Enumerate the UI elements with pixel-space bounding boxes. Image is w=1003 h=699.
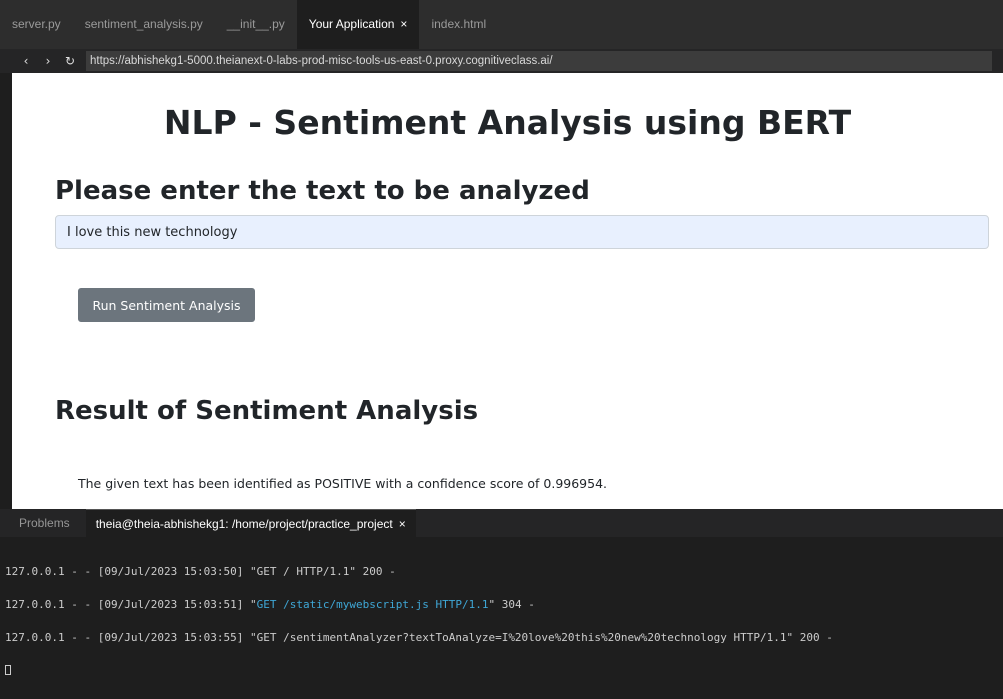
tab-label: server.py: [12, 17, 61, 31]
tab-label: index.html: [431, 17, 487, 31]
tab-label: Your Application: [308, 17, 395, 31]
close-icon[interactable]: ×: [400, 17, 407, 31]
tab-label: __init__.py: [226, 17, 285, 31]
tab-server-py[interactable]: server.py: [0, 0, 73, 49]
reload-icon[interactable]: ↻: [62, 54, 78, 68]
terminal-output[interactable]: 127.0.0.1 - - [09/Jul/2023 15:03:50] "GE…: [5, 544, 833, 698]
tab-strip: server.py sentiment_analysis.py __init__…: [0, 0, 498, 49]
terminal-cursor: [5, 665, 11, 675]
forward-icon[interactable]: ›: [40, 54, 56, 68]
tab-label: sentiment_analysis.py: [84, 17, 203, 31]
terminal-line: 127.0.0.1 - - [09/Jul/2023 15:03:55] "GE…: [5, 631, 833, 644]
terminal-prompt: [5, 665, 833, 676]
app-webview: NLP - Sentiment Analysis using BERT Plea…: [12, 73, 1003, 509]
back-icon[interactable]: ‹: [18, 54, 34, 68]
result-text: The given text has been identified as PO…: [78, 476, 608, 491]
terminal-tab-label: theia@theia-abhishekg1: /home/project/pr…: [95, 517, 393, 531]
tab-init-py[interactable]: __init__.py: [215, 0, 297, 49]
tab-index-html[interactable]: index.html: [419, 0, 498, 49]
tab-your-application[interactable]: Your Application ×: [296, 0, 420, 49]
terminal-line: 127.0.0.1 - - [09/Jul/2023 15:03:50] "GE…: [5, 565, 396, 578]
panel-tab-bar: Problems theia@theia-abhishekg1: /home/p…: [0, 509, 1003, 537]
text-to-analyze-input[interactable]: [55, 215, 989, 249]
browser-nav-bar: ‹ › ↻ https://abhishekg1-5000.theianext-…: [0, 49, 1003, 73]
bottom-panel: Problems theia@theia-abhishekg1: /home/p…: [0, 509, 1003, 675]
tab-problems[interactable]: Problems: [19, 509, 70, 537]
page-title: NLP - Sentiment Analysis using BERT: [163, 103, 852, 142]
url-field[interactable]: https://abhishekg1-5000.theianext-0-labs…: [86, 51, 992, 71]
tab-terminal[interactable]: theia@theia-abhishekg1: /home/project/pr…: [85, 509, 416, 537]
prompt-heading: Please enter the text to be analyzed: [55, 176, 590, 206]
tab-sentiment-analysis-py[interactable]: sentiment_analysis.py: [73, 0, 215, 49]
terminal-line: 127.0.0.1 - - [09/Jul/2023 15:03:51] "GE…: [5, 598, 535, 611]
run-sentiment-analysis-button[interactable]: Run Sentiment Analysis: [78, 288, 255, 322]
close-icon[interactable]: ×: [399, 517, 406, 531]
editor-tab-bar: server.py sentiment_analysis.py __init__…: [0, 0, 1003, 49]
result-heading: Result of Sentiment Analysis: [55, 396, 479, 426]
